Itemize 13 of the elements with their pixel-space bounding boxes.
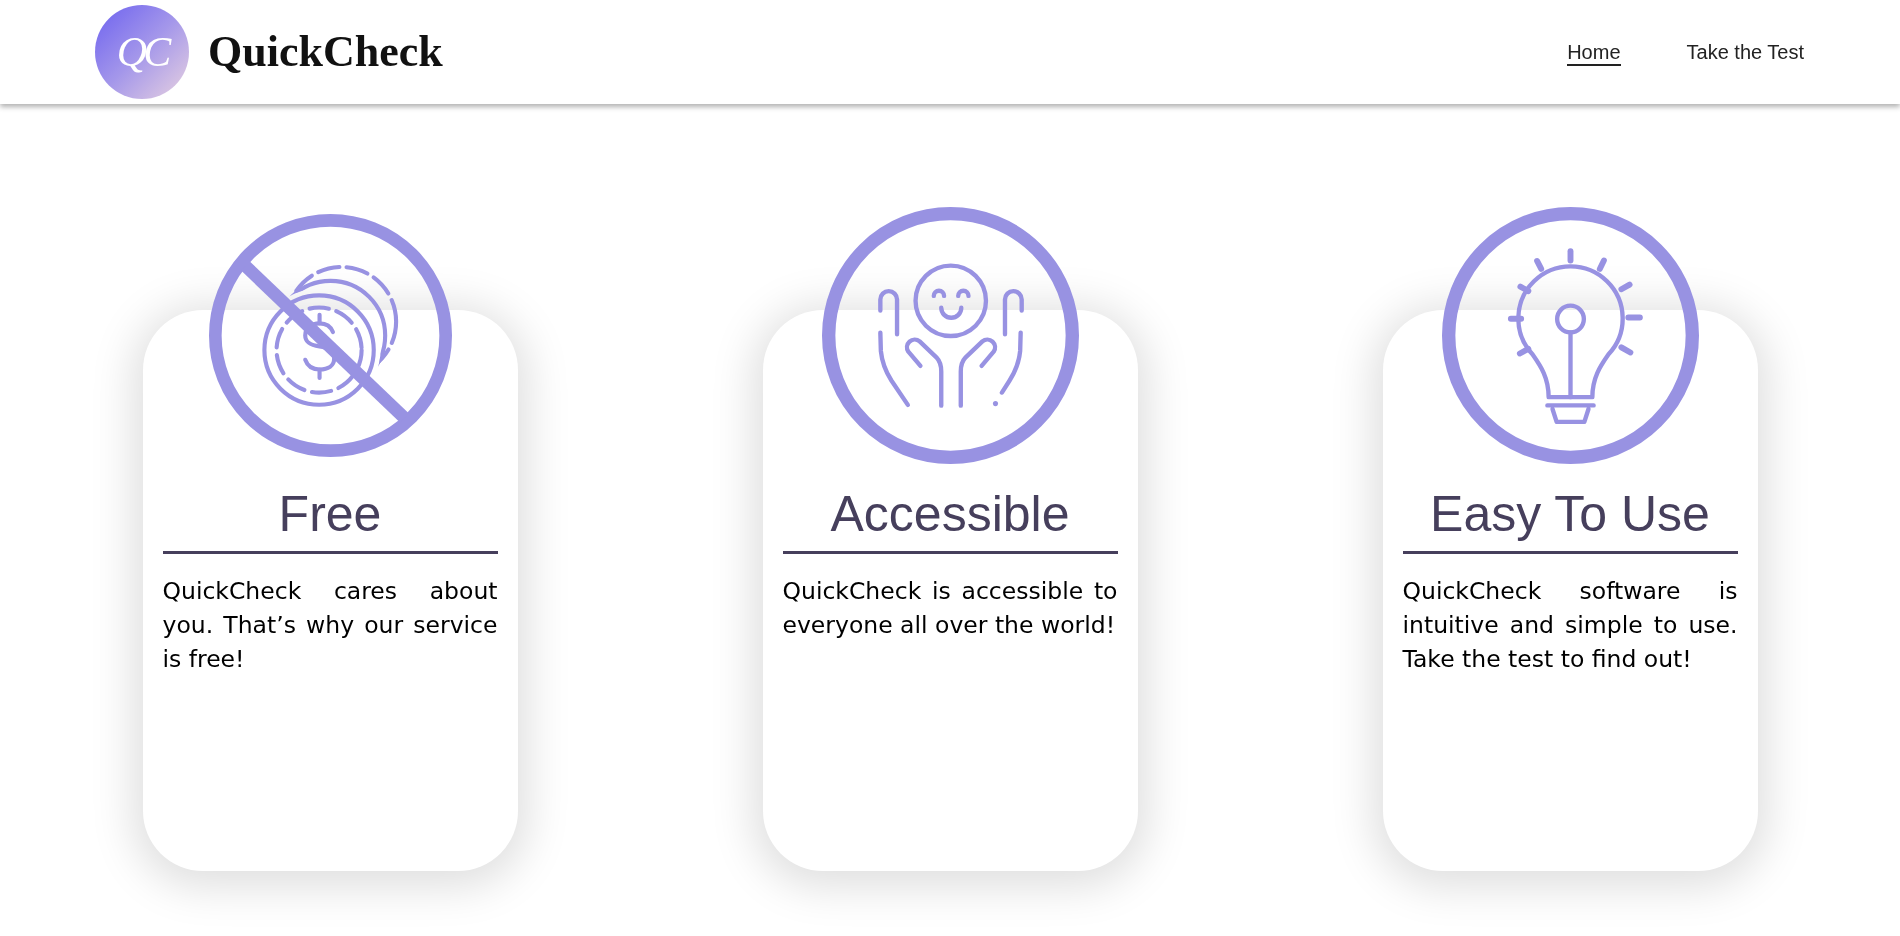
feature-description: QuickCheck software is intuitive and simple to use. Take the test to find out! [1402,576,1738,675]
crossed-coins-icon [208,214,452,457]
nav-link[interactable]: Take the Test [1686,38,1804,66]
nav-link[interactable]: Home [1567,38,1621,66]
lightbulb-icon [1441,207,1699,464]
feature-title: Free [278,485,382,544]
feature-description: QuickCheck cares about you. That’s why our service is free! [162,576,498,675]
feature-title: Accessible [830,485,1070,544]
feature-description: QuickCheck is accessible to everyone all over the world! [782,576,1118,641]
logo: QC [95,5,189,99]
brand-name: QuickCheck [208,26,443,78]
raised-hands-smiley-icon [821,207,1079,464]
feature-title: Easy To Use [1430,485,1710,544]
